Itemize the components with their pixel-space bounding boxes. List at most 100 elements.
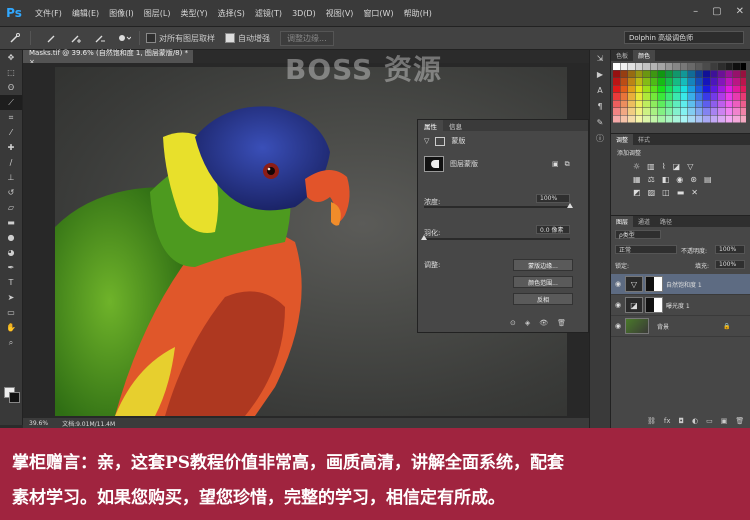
menu-select[interactable]: 选择(S) (213, 8, 250, 19)
sample-all-layers-checkbox[interactable]: 对所有图层取样 (146, 33, 215, 44)
pixel-mask-icon[interactable]: ▣ (552, 160, 559, 168)
color-balance-icon[interactable]: ⚖ (648, 175, 655, 184)
hue-saturation-icon[interactable]: ▦ (633, 175, 641, 184)
brightness-icon[interactable]: ☼ (633, 162, 640, 171)
slider-handle[interactable] (421, 235, 427, 240)
color-swatch[interactable] (628, 85, 635, 93)
color-swatch[interactable] (703, 108, 710, 115)
color-swatch[interactable] (680, 115, 688, 123)
tab-styles[interactable]: 样式 (633, 135, 655, 144)
pen-tool-icon[interactable]: ✒ (0, 260, 22, 275)
color-swatch[interactable] (673, 63, 680, 70)
add-mask-icon[interactable]: ◘ (679, 417, 685, 425)
actions-icon[interactable]: ▶ (590, 66, 610, 82)
visibility-icon[interactable]: 👁 (539, 319, 548, 327)
exposure-icon[interactable]: ◪ (673, 162, 681, 171)
color-swatch[interactable] (620, 63, 628, 70)
color-lookup-icon[interactable]: ▤ (704, 175, 712, 184)
document-tab[interactable]: Masks.tif @ 39.6% (自然饱和度 1, 图层蒙版/8) * × (23, 49, 193, 66)
color-swatch[interactable] (703, 70, 710, 78)
photo-filter-icon[interactable]: ◉ (676, 175, 683, 184)
color-swatch[interactable] (695, 78, 703, 85)
tab-adjustments[interactable]: 调整 (611, 134, 634, 145)
subtract-from-selection-icon[interactable] (91, 30, 109, 46)
doc-info[interactable]: 文档:9.01M/11.4M (62, 419, 115, 428)
color-swatch[interactable] (620, 85, 628, 93)
menu-edit[interactable]: 编辑(E) (67, 8, 104, 19)
color-swatch[interactable] (650, 85, 658, 93)
color-swatch[interactable] (733, 93, 740, 100)
color-swatch[interactable] (703, 100, 710, 108)
link-layers-icon[interactable]: ⛓ (647, 417, 656, 425)
color-swatch[interactable] (695, 70, 703, 78)
load-selection-icon[interactable]: ⊙ (510, 319, 516, 327)
color-swatch[interactable] (673, 115, 680, 123)
color-swatch[interactable] (650, 70, 658, 78)
color-swatch[interactable] (635, 100, 643, 108)
color-swatch[interactable] (613, 108, 620, 115)
history-brush-icon[interactable]: ↺ (0, 185, 22, 200)
color-swatch[interactable] (710, 108, 718, 115)
color-swatch[interactable] (680, 70, 688, 78)
color-swatch[interactable] (673, 93, 680, 100)
color-swatch[interactable] (665, 85, 673, 93)
layer-row[interactable]: ◉ ▽ 自然饱和度 1 (611, 274, 750, 295)
layer-row[interactable]: ◉ ◪ 曝光度 1 (611, 295, 750, 316)
color-swatch[interactable] (628, 70, 635, 78)
color-swatch[interactable] (620, 93, 628, 100)
color-swatch[interactable] (635, 63, 643, 70)
color-swatch[interactable] (643, 93, 650, 100)
color-swatch[interactable] (620, 70, 628, 78)
gradient-tool-icon[interactable]: ▬ (0, 215, 22, 230)
color-swatch[interactable] (725, 85, 733, 93)
auto-enhance-checkbox[interactable]: 自动增强 (225, 33, 270, 44)
blur-tool-icon[interactable]: ● (0, 230, 22, 245)
marquee-tool-icon[interactable]: ⬚ (0, 65, 22, 80)
color-swatch[interactable] (628, 100, 635, 108)
color-swatch[interactable] (695, 93, 703, 100)
color-swatch[interactable] (718, 63, 725, 70)
shape-tool-icon[interactable]: ▭ (0, 305, 22, 320)
brush-panel-icon[interactable]: ✎ (590, 114, 610, 130)
color-swatch[interactable] (658, 85, 665, 93)
color-swatch[interactable] (673, 78, 680, 85)
move-tool-icon[interactable]: ✥ (0, 50, 22, 65)
lasso-tool-icon[interactable]: ʘ (0, 80, 22, 95)
color-swatch[interactable] (628, 78, 635, 85)
color-swatch[interactable] (718, 108, 725, 115)
color-swatch[interactable] (733, 78, 740, 85)
color-swatch[interactable] (703, 78, 710, 85)
color-swatch[interactable] (710, 63, 718, 70)
paragraph-icon[interactable]: ¶ (590, 98, 610, 114)
tab-color[interactable]: 颜色 (633, 50, 656, 61)
color-swatch[interactable] (733, 108, 740, 115)
color-swatch[interactable] (710, 93, 718, 100)
color-swatch[interactable] (628, 63, 635, 70)
vibrance-icon[interactable]: ▽ (687, 162, 693, 171)
info-icon[interactable]: ⓘ (590, 130, 610, 146)
eye-icon[interactable]: ◉ (611, 322, 625, 330)
fx-icon[interactable]: fx (664, 417, 671, 425)
color-swatch[interactable] (680, 108, 688, 115)
color-range-button[interactable]: 颜色范围... (513, 276, 573, 288)
character-icon[interactable]: A (590, 82, 610, 98)
invert-icon[interactable]: ◩ (633, 188, 641, 197)
layer-row[interactable]: ◉ 背景 🔒 (611, 316, 750, 337)
color-swatch[interactable] (718, 115, 725, 123)
minimize-button[interactable]: – (693, 6, 698, 17)
delete-layer-icon[interactable]: 🗑 (735, 417, 744, 425)
color-swatch[interactable] (725, 115, 733, 123)
menu-layer[interactable]: 图层(L) (139, 8, 176, 19)
color-swatch[interactable] (643, 85, 650, 93)
brush-tool-icon[interactable]: ∕ (0, 155, 22, 170)
color-swatch[interactable] (613, 63, 620, 70)
swatch-grid[interactable] (611, 61, 748, 127)
color-swatch[interactable] (718, 78, 725, 85)
black-white-icon[interactable]: ◧ (662, 175, 670, 184)
color-swatch[interactable] (635, 78, 643, 85)
eye-icon[interactable]: ◉ (611, 301, 625, 309)
color-swatch[interactable] (613, 85, 620, 93)
color-swatch[interactable] (665, 108, 673, 115)
color-swatch[interactable] (725, 63, 733, 70)
color-swatch[interactable] (620, 100, 628, 108)
